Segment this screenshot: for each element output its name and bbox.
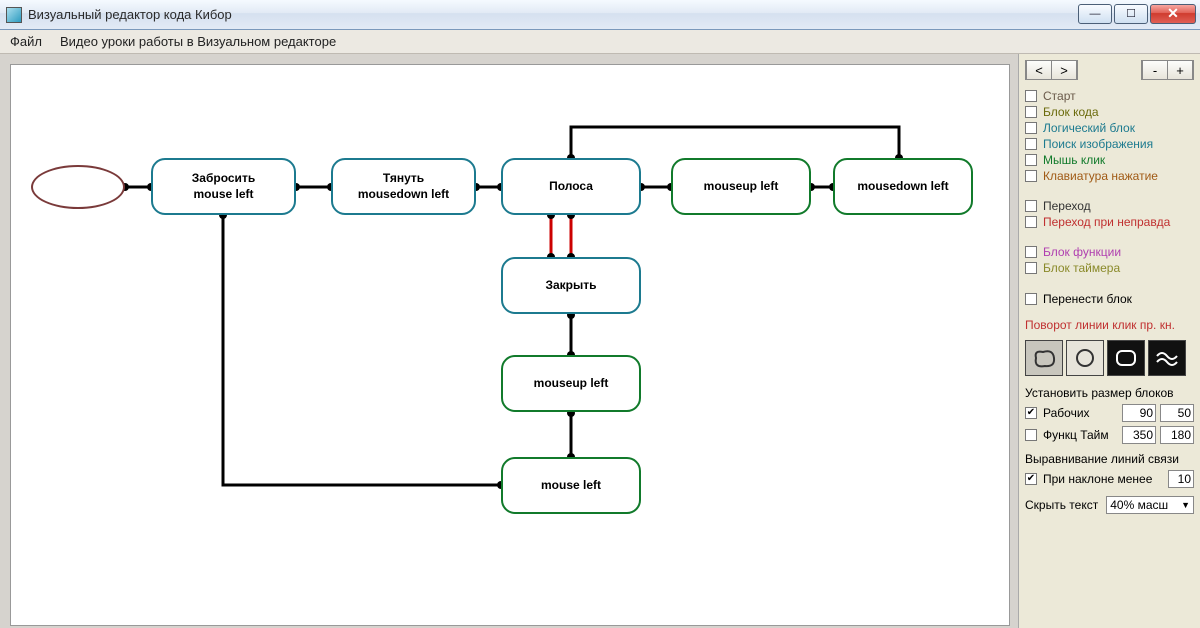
connections-layer — [11, 65, 1010, 626]
functime-width-input[interactable]: 350 — [1122, 426, 1156, 444]
node-mouseleft[interactable]: mouse left — [501, 457, 641, 514]
zoom-out-button[interactable]: - — [1142, 60, 1168, 80]
scale-dropdown[interactable]: 40% масш▼ — [1106, 496, 1194, 514]
start-node[interactable] — [31, 165, 125, 209]
shape-circle-button[interactable] — [1066, 340, 1104, 376]
node-zakryt[interactable]: Закрыть — [501, 257, 641, 314]
move-block-checkbox[interactable]: Перенести блок — [1025, 290, 1194, 308]
chevron-down-icon: ▼ — [1181, 500, 1190, 510]
functime-checkbox[interactable]: Функц Тайм — [1025, 426, 1118, 444]
canvas-area: Забросить mouse left Тянуть mousedown le… — [0, 54, 1018, 628]
shape-wave-button[interactable] — [1148, 340, 1186, 376]
working-height-input[interactable]: 50 — [1160, 404, 1194, 422]
maximize-button[interactable]: ☐ — [1114, 4, 1148, 24]
tool-checkbox-3[interactable]: Поиск изображения — [1025, 136, 1194, 152]
node-mousedown[interactable]: mousedown left — [833, 158, 973, 215]
tool-checkbox-5[interactable]: Клавиатура нажатие — [1025, 168, 1194, 184]
window-title: Визуальный редактор кода Кибор — [28, 7, 1078, 22]
menu-file[interactable]: Файл — [10, 34, 42, 49]
working-checkbox[interactable]: ✔Рабочих — [1025, 404, 1118, 422]
zoom-in-button[interactable]: + — [1167, 60, 1193, 80]
align-label: Выравнивание линий связи — [1025, 452, 1194, 466]
rotate-hint: Поворот линии клик пр. кн. — [1025, 318, 1194, 332]
shape-blob-button[interactable] — [1025, 340, 1063, 376]
transition-checkbox-1[interactable]: Переход при неправда — [1025, 214, 1194, 230]
tool-checkbox-0[interactable]: Старт — [1025, 88, 1194, 104]
tilt-value-input[interactable]: 10 — [1168, 470, 1194, 488]
close-button[interactable]: ✕ — [1150, 4, 1196, 24]
hide-text-label: Скрыть текст — [1025, 498, 1098, 512]
flowchart-canvas[interactable]: Забросить mouse left Тянуть mousedown le… — [10, 64, 1010, 626]
functime-height-input[interactable]: 180 — [1160, 426, 1194, 444]
shape-tools — [1025, 340, 1194, 376]
titlebar: Визуальный редактор кода Кибор — ☐ ✕ — [0, 0, 1200, 30]
menu-video-lessons[interactable]: Видео уроки работы в Визуальном редактор… — [60, 34, 336, 49]
tool-checkbox-4[interactable]: Мышь клик — [1025, 152, 1194, 168]
app-icon — [6, 7, 22, 23]
menubar: Файл Видео уроки работы в Визуальном ред… — [0, 30, 1200, 54]
tilt-checkbox[interactable]: ✔При наклоне менее — [1025, 470, 1164, 488]
shape-roundrect-button[interactable] — [1107, 340, 1145, 376]
history-forward-button[interactable]: > — [1051, 60, 1077, 80]
history-back-button[interactable]: < — [1026, 60, 1052, 80]
minimize-button[interactable]: — — [1078, 4, 1112, 24]
window-controls: — ☐ ✕ — [1078, 4, 1196, 26]
node-mouseup2[interactable]: mouseup left — [501, 355, 641, 412]
transition-checkbox-0[interactable]: Переход — [1025, 198, 1194, 214]
func-checkbox-1[interactable]: Блок таймера — [1025, 260, 1194, 276]
tool-checkbox-2[interactable]: Логический блок — [1025, 120, 1194, 136]
side-panel: < > - + СтартБлок кодаЛогический блокПои… — [1018, 54, 1200, 628]
block-size-label: Установить размер блоков — [1025, 386, 1194, 400]
node-polosa[interactable]: Полоса — [501, 158, 641, 215]
tool-checkbox-1[interactable]: Блок кода — [1025, 104, 1194, 120]
func-checkbox-0[interactable]: Блок функции — [1025, 244, 1194, 260]
node-zabrosit[interactable]: Забросить mouse left — [151, 158, 296, 215]
node-tyanut[interactable]: Тянуть mousedown left — [331, 158, 476, 215]
working-width-input[interactable]: 90 — [1122, 404, 1156, 422]
node-mouseup1[interactable]: mouseup left — [671, 158, 811, 215]
